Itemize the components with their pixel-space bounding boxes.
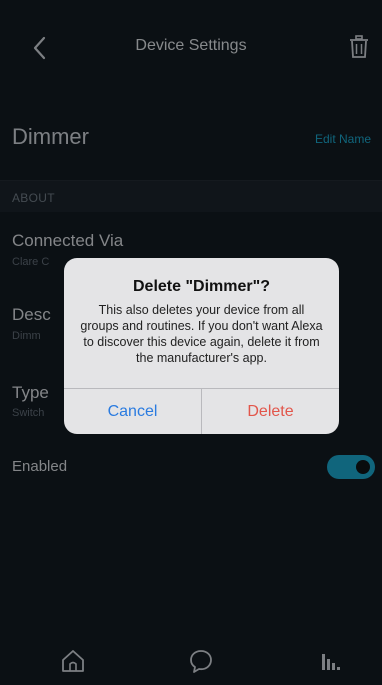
dialog-title: Delete "Dimmer"?: [133, 278, 270, 295]
delete-confirmation-dialog: Delete "Dimmer"? This also deletes your …: [64, 258, 339, 434]
device-settings-screen: Device Settings Dimmer Edit Name ABOUT C…: [0, 0, 382, 685]
cancel-button[interactable]: Cancel: [64, 389, 201, 434]
dialog-message: This also deletes your device from all g…: [80, 303, 323, 365]
dialog-button-row: Cancel Delete: [64, 388, 339, 434]
confirm-delete-button[interactable]: Delete: [202, 389, 339, 434]
